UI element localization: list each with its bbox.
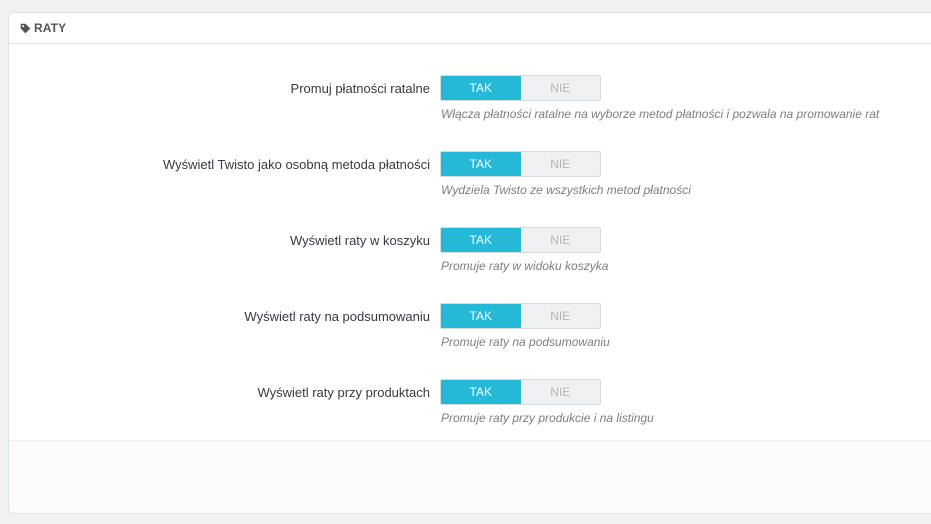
setting-row-summary: Wyświetl raty na podsumowaniu TAK NIE Pr… xyxy=(9,303,931,359)
setting-label: Wyświetl raty w koszyku xyxy=(289,233,430,248)
switch-yes-option[interactable]: TAK xyxy=(441,76,521,100)
panel-heading: RATY xyxy=(9,13,931,44)
setting-label: Wyświetl Twisto jako osobną metoda płatn… xyxy=(163,157,430,172)
switch-yes-option[interactable]: TAK xyxy=(441,380,521,404)
yes-no-switch[interactable]: TAK NIE xyxy=(440,227,601,253)
setting-label: Promuj płatności ratalne xyxy=(290,81,430,96)
panel-title: RATY xyxy=(34,21,67,35)
yes-no-switch[interactable]: TAK NIE xyxy=(440,151,601,177)
yes-no-switch[interactable]: TAK NIE xyxy=(440,303,601,329)
switch-no-option[interactable]: NIE xyxy=(520,380,600,404)
switch-no-option[interactable]: NIE xyxy=(520,152,600,176)
setting-row-products: Wyświetl raty przy produktach TAK NIE Pr… xyxy=(9,379,931,435)
switch-yes-option[interactable]: TAK xyxy=(441,304,521,328)
setting-label: Wyświetl raty przy produktach xyxy=(257,385,430,400)
yes-no-switch[interactable]: TAK NIE xyxy=(440,379,601,405)
switch-yes-option[interactable]: TAK xyxy=(441,228,521,252)
setting-row-cart: Wyświetl raty w koszyku TAK NIE Promuje … xyxy=(9,227,931,283)
raty-panel: RATY Promuj płatności ratalne TAK NIE Wł… xyxy=(8,12,931,514)
setting-row-promote-installments: Promuj płatności ratalne TAK NIE Włącza … xyxy=(9,75,931,131)
tag-icon xyxy=(19,22,31,34)
setting-help-text: Promuje raty w widoku koszyka xyxy=(441,259,609,273)
setting-help-text: Wydziela Twisto ze wszystkich metod płat… xyxy=(441,183,691,197)
switch-no-option[interactable]: NIE xyxy=(520,228,600,252)
setting-help-text: Promuje raty na podsumowaniu xyxy=(441,335,610,349)
setting-label: Wyświetl raty na podsumowaniu xyxy=(244,309,430,324)
setting-help-text: Włącza płatności ratalne na wyborze meto… xyxy=(441,107,880,121)
panel-footer xyxy=(9,440,931,513)
switch-yes-option[interactable]: TAK xyxy=(441,152,521,176)
setting-row-twisto-separate: Wyświetl Twisto jako osobną metoda płatn… xyxy=(9,151,931,207)
switch-no-option[interactable]: NIE xyxy=(520,76,600,100)
switch-no-option[interactable]: NIE xyxy=(520,304,600,328)
setting-help-text: Promuje raty przy produkcie i na listing… xyxy=(441,411,654,425)
yes-no-switch[interactable]: TAK NIE xyxy=(440,75,601,101)
